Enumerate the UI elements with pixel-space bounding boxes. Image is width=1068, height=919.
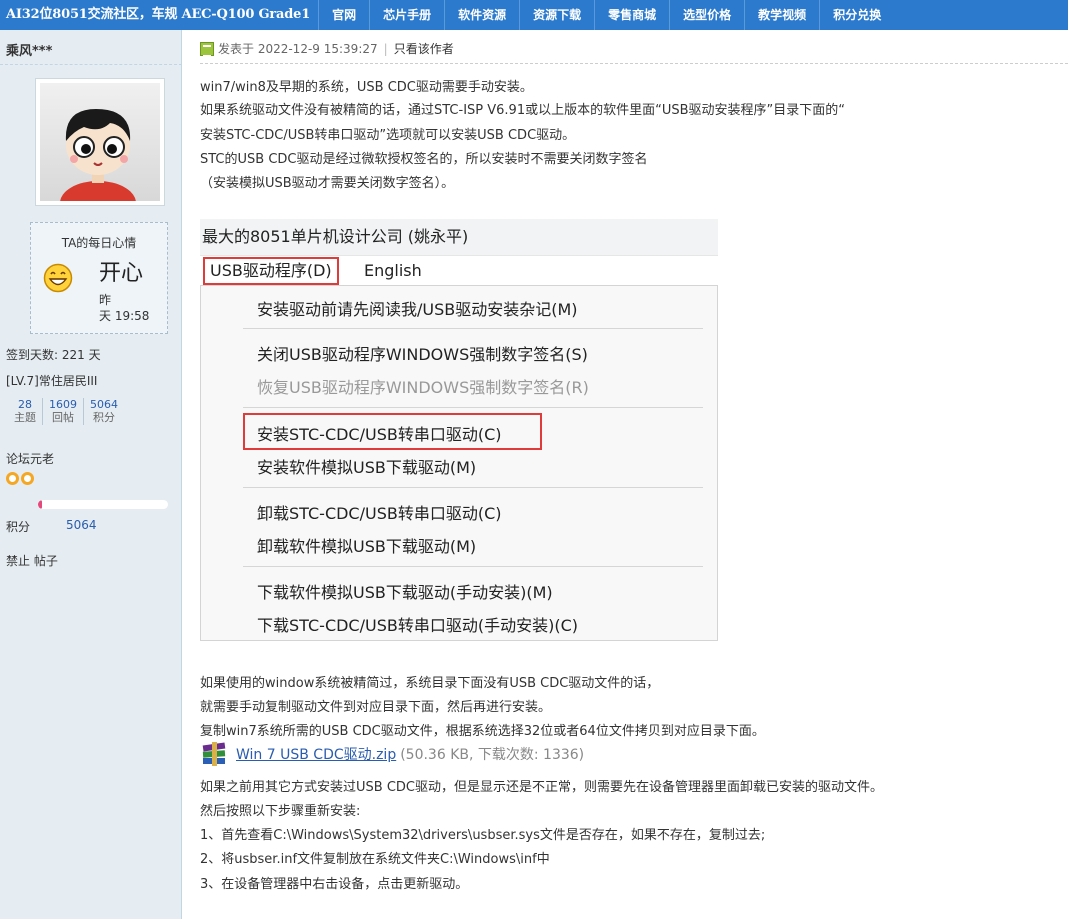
avatar[interactable] [35,78,165,206]
nav-item-downloads[interactable]: 资源下载 [519,0,594,30]
outro-line: 3、在设备管理器中右击设备，点击更新驱动。 [200,877,469,892]
stat-points[interactable]: 5064 积分 [83,398,124,425]
stat-label: 积分 [93,411,115,424]
stat-num: 1609 [49,398,77,411]
online-status-icon [200,41,214,57]
stat-label: 回帖 [52,411,74,424]
stc-isp-menu-screenshot: 最大的8051单片机设计公司 (姚永平) USB驱动程序(D) English … [200,219,718,641]
stat-num: 28 [18,398,32,411]
rank-stars [6,472,34,485]
middle-line: 就需要手动复制驱动文件到对应目录下面，然后再进行安装。 [200,700,552,715]
intro-line: win7/win8及早期的系统，USB CDC驱动需要手动安装。 [200,80,533,95]
intro-line: STC的USB CDC驱动是经过微软授权签名的，所以安装时不需要关闭数字签名 [200,152,648,167]
nav-item-official[interactable]: 官网 [318,0,369,30]
menu-separator [243,487,703,488]
level-progress-fill [38,500,42,509]
menu-item-disabled: 恢复USB驱动程序WINDOWS强制数字签名(R) [257,378,589,397]
middle-line: 如果使用的window系统被精简过，系统目录下面没有USB CDC驱动文件的话， [200,676,660,691]
nav-item-software[interactable]: 软件资源 [444,0,519,30]
menu-item: 安装STC-CDC/USB转串口驱动(C) [257,425,502,444]
avatar-image [40,83,160,201]
score-label: 积分 [6,520,31,534]
menu-separator [243,407,703,408]
menu-usb-driver: USB驱动程序(D) [203,257,339,285]
menu-english: English [364,261,422,280]
stat-threads[interactable]: 28 主题 [6,398,42,425]
menu-item: 卸载软件模拟USB下载驱动(M) [257,537,477,556]
user-sidebar: 乘风*** TA的每日心情 开心 昨 天 19:58 签到天数: 221 天 [… [0,30,182,919]
happy-face-icon [43,263,73,293]
stat-replies[interactable]: 1609 回帖 [42,398,83,425]
meta-separator: | [383,41,388,56]
screenshot-menubar: USB驱动程序(D) English [200,255,718,285]
username[interactable]: 乘风*** [6,40,52,59]
divider [200,63,1068,64]
stat-num: 5064 [90,398,118,411]
attachment-link[interactable]: Win 7 USB CDC驱动.zip [236,744,396,764]
screenshot-title: 最大的8051单片机设计公司 (姚永平) [200,219,718,255]
user-level[interactable]: [LV.7]常住居民III [6,372,97,389]
user-group[interactable]: 论坛元老 [6,450,54,467]
nav-item-videos[interactable]: 教学视频 [744,0,819,30]
level-progress [38,500,168,509]
menu-item: 下载STC-CDC/USB转串口驱动(手动安装)(C) [257,616,578,635]
rank-star-icon [21,472,34,485]
attachment: Win 7 USB CDC驱动.zip (50.36 KB, 下载次数: 133… [200,741,584,767]
mood-time: 昨 [99,293,112,307]
menu-separator [243,566,703,567]
menu-item: 安装软件模拟USB下载驱动(M) [257,458,477,477]
divider [0,64,182,65]
menu-separator [243,328,703,329]
nav-item-points[interactable]: 积分兑换 [819,0,894,30]
intro-line: 如果系统驱动文件没有被精简的话，通过STC-ISP V6.91或以上版本的软件里… [200,103,845,118]
post-date: 发表于 2022-12-9 15:39:27 [218,42,378,56]
top-nav: AI32位8051交流社区，车规 AEC-Q100 Grade1 官网 芯片手册… [0,0,1068,30]
outro-line: 1、首先查看C:\Windows\System32\drivers\usbser… [200,828,766,843]
score-value[interactable]: 5064 [66,518,97,532]
zip-archive-icon [202,742,226,766]
post-content: 发表于 2022-12-9 15:39:27 | 只看该作者 win7/win8… [200,30,1068,919]
mood-text: 开心 [99,261,144,286]
menu-item: 卸载STC-CDC/USB转串口驱动(C) [257,504,502,523]
mood-title: TA的每日心情 [61,236,137,250]
nav-item-pricing[interactable]: 选型价格 [669,0,744,30]
nav-item-shop[interactable]: 零售商城 [594,0,669,30]
screenshot-dropdown: 安装驱动前请先阅读我/USB驱动安装杂记(M) 关闭USB驱动程序WINDOWS… [200,285,718,641]
intro-line: （安装模拟USB驱动才需要关闭数字签名）。 [200,176,455,191]
menu-item: 下载软件模拟USB下载驱动(手动安装)(M) [257,583,553,602]
outro-line: 2、将usbser.inf文件复制放在系统文件夹C:\Windows\inf中 [200,852,550,867]
cartoon-boy-icon [60,109,136,201]
rank-star-icon [6,472,19,485]
outro-line: 如果之前用其它方式安装过USB CDC驱动，但是显示还是不正常，则需要先在设备管… [200,780,883,795]
menu-item: 安装驱动前请先阅读我/USB驱动安装杂记(M) [257,300,578,319]
user-stats: 28 主题 1609 回帖 5064 积分 [6,398,124,425]
daily-mood: TA的每日心情 开心 昨 天 19:58 [30,222,168,334]
site-brand[interactable]: AI32位8051交流社区，车规 AEC-Q100 Grade1 [0,0,318,30]
attachment-info: (50.36 KB, 下载次数: 1336) [400,747,585,763]
checkin-days: 签到天数: 221 天 [6,348,101,362]
menu-item: 关闭USB驱动程序WINDOWS强制数字签名(S) [257,345,588,364]
post-meta: 发表于 2022-12-9 15:39:27 | 只看该作者 [200,40,454,57]
intro-line: 安装STC-CDC/USB转串口驱动”选项就可以安装USB CDC驱动。 [200,128,576,143]
ban-status: 禁止 帖子 [6,554,58,568]
stat-label: 主题 [14,411,36,424]
middle-line: 复制win7系统所需的USB CDC驱动文件，根据系统选择32位或者64位文件拷… [200,724,765,739]
mood-time-cont: 天 19:58 [99,309,150,323]
nav-item-chip-manual[interactable]: 芯片手册 [369,0,444,30]
only-author-link[interactable]: 只看该作者 [394,40,454,57]
outro-line: 然后按照以下步骤重新安装: [200,804,361,819]
